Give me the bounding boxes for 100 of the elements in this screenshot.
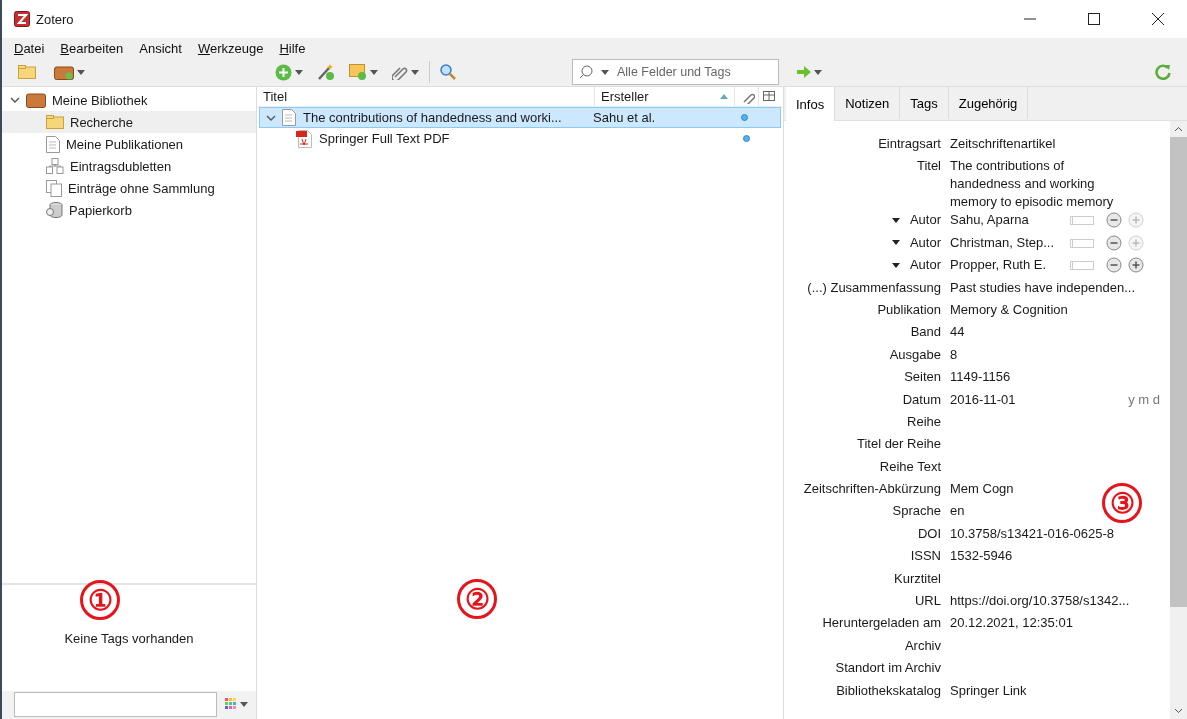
arrow-right-icon (797, 66, 811, 78)
remove-button[interactable] (1106, 257, 1122, 274)
documents-icon (46, 179, 62, 197)
attachment-dot (741, 114, 748, 121)
field-label: Autor (909, 256, 941, 275)
plus-circle-icon (1128, 257, 1144, 274)
field-label: Standort im Archiv (835, 659, 941, 678)
column-picker-icon (763, 90, 775, 103)
empty-tags-message: Keine Tags vorhanden (64, 630, 194, 646)
creator-cell-text: Sahu et al. (593, 110, 657, 125)
tree-item[interactable]: Meine Bibliothek (2, 89, 256, 111)
field-mode-icon (1070, 261, 1094, 271)
field-label: Reihe Text (879, 457, 941, 476)
menu-item[interactable]: Hilfe (271, 40, 314, 56)
menu-item[interactable]: Ansicht (131, 40, 190, 56)
search-icon (579, 65, 593, 79)
item-row[interactable]: The contributions of handedness and worki... Sahu et al. (259, 107, 781, 128)
dropdown-caret-icon (77, 69, 85, 75)
field-label: Autor (909, 233, 941, 252)
field-value[interactable]: Propper, Ruth E. (950, 256, 1070, 275)
note-add-icon (349, 64, 367, 80)
remove-button[interactable] (1106, 212, 1122, 229)
field-value[interactable]: Sahu, Aparna (950, 211, 1070, 230)
magic-wand-icon (317, 63, 335, 81)
add-circle-icon (275, 63, 292, 81)
dropdown-caret-icon (240, 701, 248, 707)
item-row[interactable]: Springer Full Text PDF (259, 128, 781, 149)
field-value[interactable]: Memory & Cognition (950, 300, 1068, 319)
sync-icon (1155, 64, 1171, 80)
menu-item[interactable]: Datei (6, 40, 53, 56)
chevron-icon (266, 114, 276, 121)
document-icon (46, 135, 60, 153)
add-button[interactable] (1128, 257, 1144, 274)
field-label: Titel der Reihe (856, 435, 941, 454)
field-label: DOI (917, 524, 941, 543)
folder-icon (46, 115, 64, 129)
tree-item[interactable]: Eintragsdubletten (2, 155, 256, 177)
tree-item-label: Meine Bibliothek (52, 92, 148, 108)
scrollbar-thumb[interactable] (1170, 137, 1187, 607)
field-value[interactable]: 10.3758/s13421-016-0625-8 (950, 524, 1115, 543)
dropdown-caret-icon (601, 69, 609, 75)
folder-add-icon (18, 65, 36, 79)
field-value[interactable]: 1532-5946 (950, 547, 1013, 566)
field-value[interactable]: 20.12.2021, 12:35:01 (950, 614, 1073, 633)
tab[interactable]: Infos (786, 87, 836, 121)
document-icon (282, 109, 296, 126)
field-value[interactable]: The contributions of handedness and working memory to episodic memory (950, 157, 1128, 212)
library-icon (26, 92, 46, 108)
plus-circle-icon (1128, 234, 1144, 251)
field-value[interactable]: Mem Cogn (950, 480, 1014, 499)
field-label: Archiv (904, 636, 941, 655)
field-label: URL (915, 592, 941, 611)
field-label: Eintragsart (878, 135, 941, 153)
tag-filter-field[interactable] (14, 691, 217, 717)
tree-item-label: Einträge ohne Sammlung (68, 180, 215, 196)
tree-item-label: Meine Publikationen (66, 136, 184, 152)
field-label: Heruntergeladen am (822, 614, 941, 633)
field-label: Band (910, 323, 941, 342)
tree-item-label: Papierkorb (69, 202, 132, 218)
field-value[interactable]: Christman, Step... (950, 233, 1070, 252)
pdf-icon (296, 129, 312, 148)
column-header[interactable]: Ersteller (595, 87, 735, 106)
field-label: Sprache (892, 502, 941, 521)
field-label: Datum (902, 390, 941, 409)
date-format-hint: y m d (1128, 390, 1160, 409)
trash-icon (46, 202, 63, 218)
field-label: Kurztitel (894, 569, 941, 588)
tree-item[interactable]: Papierkorb (2, 199, 256, 221)
color-grid-icon (225, 698, 237, 710)
duplicates-icon (46, 158, 64, 174)
dropdown-caret-icon (295, 69, 303, 75)
chevron-icon (10, 97, 20, 103)
field-value[interactable]: https://doi.org/10.3758/s1342... (950, 592, 1130, 611)
menu-item[interactable]: Bearbeiten (52, 40, 132, 56)
maximize-icon (1088, 13, 1100, 25)
library-add-icon (54, 64, 74, 80)
tree-item[interactable]: Einträge ohne Sammlung (2, 177, 256, 199)
field-value[interactable]: en (950, 502, 965, 521)
field-label: Seiten (904, 368, 941, 387)
field-value[interactable]: 8 (950, 345, 958, 364)
field-label: Bibliothekskatalog (836, 681, 941, 700)
field-value[interactable]: 44 (950, 323, 965, 342)
field-value[interactable]: 1149-1156 (950, 368, 1011, 387)
plus-circle-icon (1128, 212, 1144, 229)
field-value[interactable]: Springer Link (950, 681, 1027, 700)
field-value[interactable]: Zeitschriftenartikel (950, 135, 1056, 153)
column-header[interactable]: Titel (257, 87, 595, 106)
field-label: (...) Zusammenfassung (807, 278, 941, 297)
field-mode-icon (1070, 238, 1094, 248)
remove-button[interactable] (1106, 234, 1122, 251)
dropdown-caret-icon (891, 240, 900, 246)
title-cell-text: Springer Full Text PDF (319, 131, 451, 146)
tree-item[interactable]: Meine Publikationen (2, 133, 256, 155)
dropdown-caret-icon (814, 69, 822, 75)
search-field[interactable]: Alle Felder und Tags (572, 59, 779, 85)
menu-item[interactable]: Werkzeuge (189, 40, 272, 56)
window-title: Zotero (36, 11, 75, 27)
tree-item[interactable]: Recherche (2, 111, 256, 133)
field-value[interactable]: 2016-11-01 (950, 390, 1016, 409)
field-value[interactable]: Past studies have independen... (950, 278, 1136, 297)
